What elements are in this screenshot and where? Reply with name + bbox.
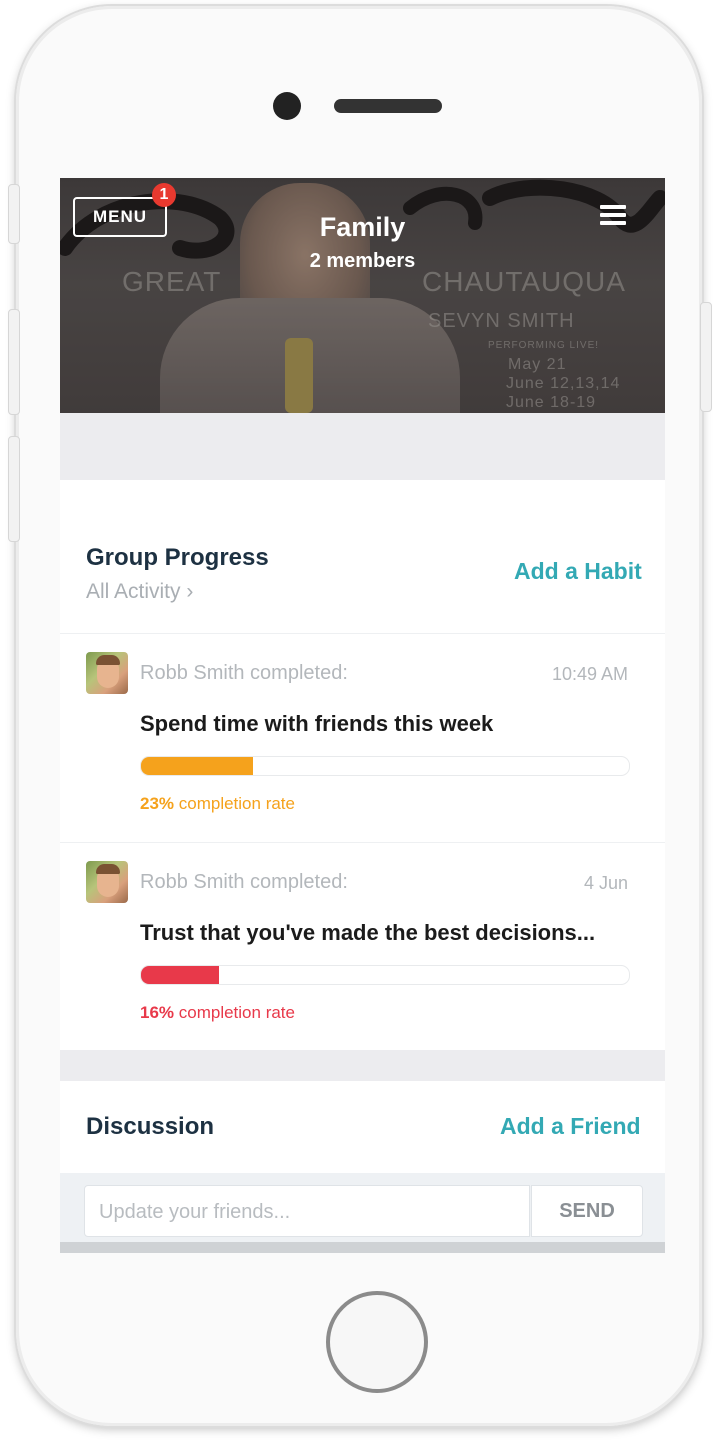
completion-rate: 23% completion rate bbox=[140, 794, 295, 814]
progress-fill bbox=[141, 966, 220, 984]
notification-badge: 1 bbox=[152, 183, 176, 207]
completion-progress-bar bbox=[140, 756, 630, 776]
completion-rate-value: 16% bbox=[140, 1003, 175, 1022]
discussion-title: Discussion bbox=[86, 1113, 215, 1140]
volume-up-button bbox=[8, 309, 20, 415]
group-progress-card: Group Progress All Activity › Add a Habi… bbox=[60, 480, 665, 1050]
habit-name: Spend time with friends this week bbox=[140, 711, 494, 736]
power-button bbox=[700, 302, 712, 412]
completion-rate-label: completion rate bbox=[174, 1003, 295, 1022]
activity-user: Robb Smith completed: bbox=[140, 662, 348, 684]
mute-switch bbox=[8, 184, 20, 244]
habit-name: Trust that you've made the best decision… bbox=[140, 920, 596, 945]
group-title: Family bbox=[319, 212, 406, 242]
completion-progress-bar bbox=[140, 965, 630, 985]
activity-user: Robb Smith completed: bbox=[140, 871, 348, 893]
hamburger-menu-icon[interactable] bbox=[600, 205, 626, 225]
earpiece-speaker bbox=[334, 99, 442, 113]
progress-fill bbox=[141, 757, 254, 775]
activity-time: 10:49 AM bbox=[551, 664, 628, 684]
completion-rate: 16% completion rate bbox=[140, 1003, 295, 1023]
group-header-banner: GREAT CHAUTAUQUA SEVYN SMITH PERFORMING … bbox=[60, 178, 665, 413]
user-avatar bbox=[86, 861, 128, 903]
activity-time: 4 Jun bbox=[583, 873, 628, 893]
bottom-edge bbox=[60, 1242, 665, 1253]
home-button[interactable] bbox=[326, 1291, 428, 1393]
completion-rate-label: completion rate bbox=[174, 794, 295, 813]
discussion-card: Discussion Add a Friend bbox=[60, 1081, 665, 1173]
activity-item[interactable]: Robb Smith completed: 4 Jun Trust that y… bbox=[60, 843, 665, 1051]
activity-item[interactable]: Robb Smith completed: 10:49 AM Spend tim… bbox=[60, 634, 665, 842]
update-friends-input[interactable]: Update your friends... bbox=[84, 1185, 530, 1237]
completion-rate-value: 23% bbox=[140, 794, 175, 813]
user-avatar bbox=[86, 652, 128, 694]
add-habit-button[interactable]: Add a Habit bbox=[514, 558, 642, 585]
add-friend-button[interactable]: Add a Friend bbox=[500, 1113, 641, 1140]
member-count[interactable]: 2 members bbox=[60, 250, 665, 273]
volume-down-button bbox=[8, 436, 20, 542]
group-progress-title: Group Progress bbox=[86, 544, 269, 571]
send-button[interactable]: SEND bbox=[531, 1185, 643, 1237]
front-camera bbox=[273, 92, 301, 120]
message-compose-row: Update your friends... SEND bbox=[60, 1173, 665, 1253]
all-activity-link[interactable]: All Activity › bbox=[86, 580, 193, 604]
app-screen: GREAT CHAUTAUQUA SEVYN SMITH PERFORMING … bbox=[60, 178, 665, 1253]
